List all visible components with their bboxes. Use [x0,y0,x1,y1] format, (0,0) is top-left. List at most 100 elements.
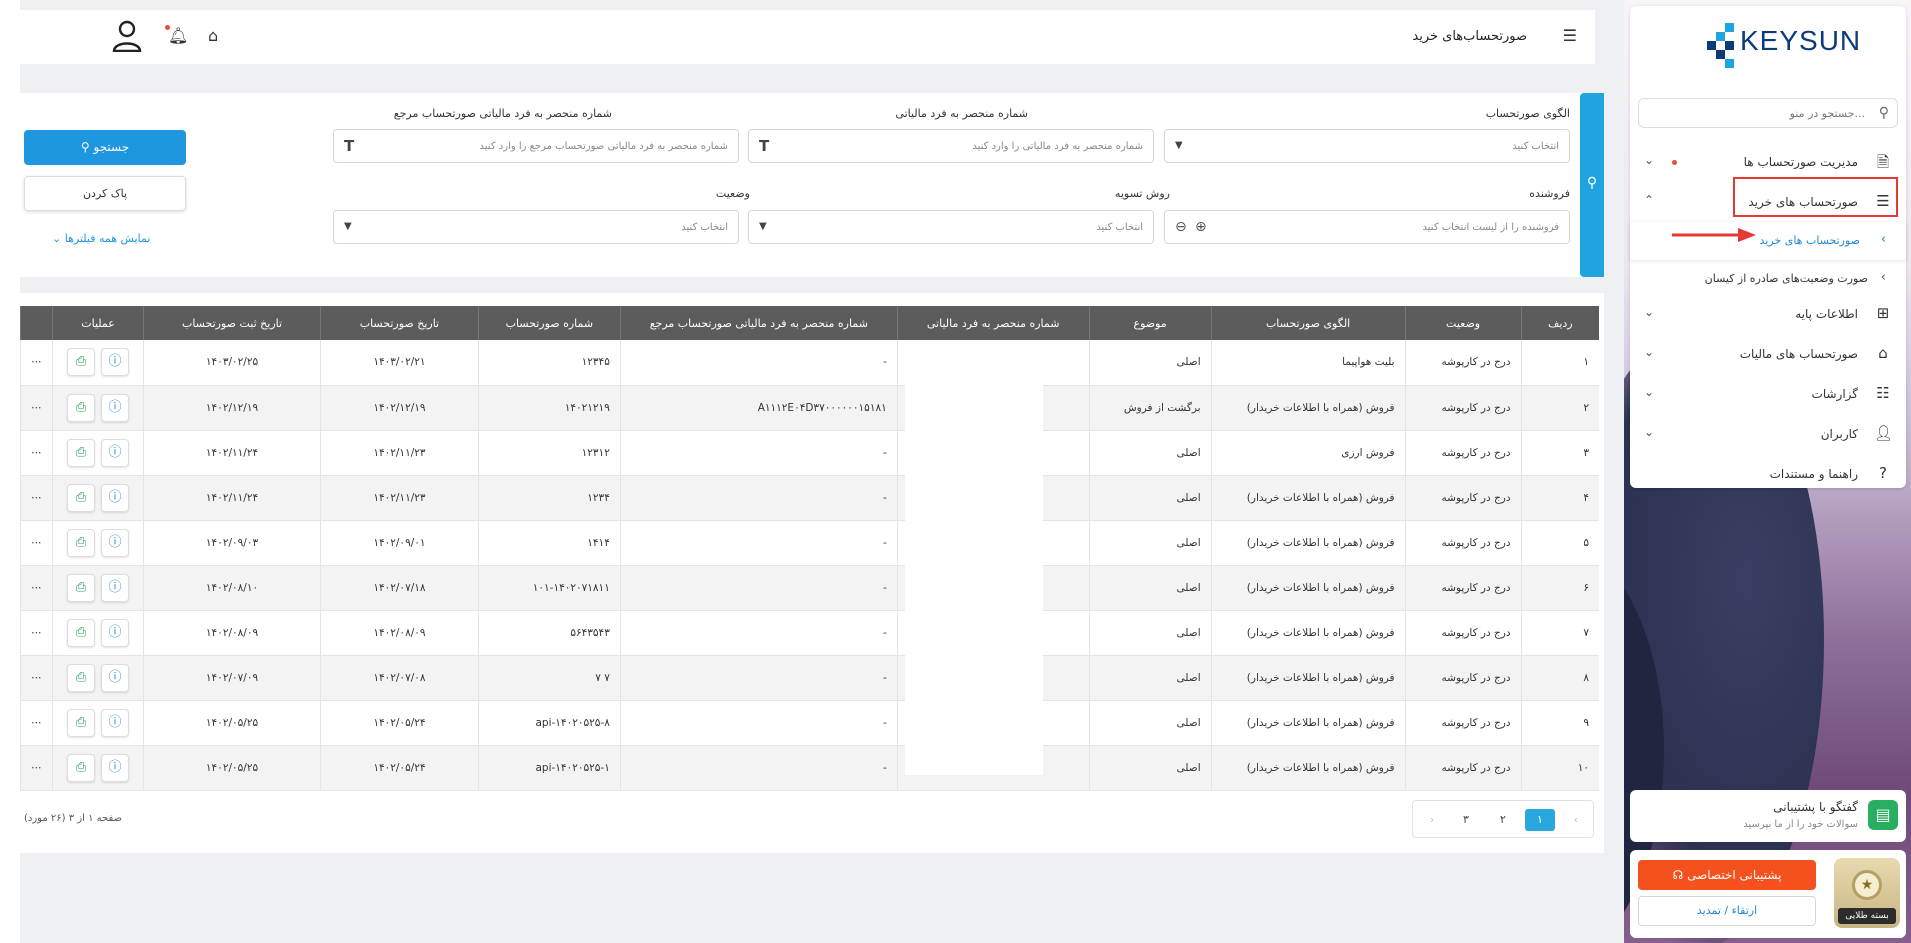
table-cell: ۱۴۰۲/۰۵/۲۴ [319,745,479,791]
table-cell: ۱۴۰۲/۰۵/۲۵ [143,745,321,791]
home-icon[interactable]: ⌂ [208,26,218,45]
settle-label: روش تسویه [1114,187,1170,200]
prev-page-icon[interactable]: ‹ [1561,809,1591,831]
add-plus-icon[interactable]: ⊕ [1195,219,1207,235]
print-icon[interactable]: ⎙ [67,348,96,377]
table-cell: - [619,610,898,656]
pattern-select[interactable]: انتخاب کنید ▼ [1164,129,1570,163]
sidebar-item-users[interactable]: 👤︎ کاربران ⌄ [1630,416,1906,452]
chevron-down-icon: ⌄ [1644,345,1655,359]
caret-down-icon: ▼ [759,221,767,232]
more-options-icon[interactable]: ⋯ [19,745,53,791]
print-icon[interactable]: ⎙ [67,663,96,692]
table-cell: ۱۴۰۲/۱۲/۱۹ [319,385,479,431]
more-options-icon[interactable]: ⋯ [19,655,53,701]
col-header: شماره صورتحساب [477,306,621,340]
table-cell: - [619,700,898,746]
filter-search-icon[interactable]: ⚲ [1580,93,1604,277]
info-icon[interactable]: ⓘ [101,348,130,377]
more-options-icon[interactable]: ⋯ [19,430,53,476]
settle-select[interactable]: انتخاب کنید ▼ [748,210,1154,244]
show-all-filters-link[interactable]: ⌄ نمایش همه فیلترها [52,232,150,245]
print-icon[interactable]: ⎙ [67,753,96,782]
print-icon[interactable]: ⎙ [67,573,96,602]
info-icon[interactable]: ⓘ [101,393,130,422]
red-arrow-annotation [1672,228,1756,242]
table-cell: اصلی [1088,430,1212,476]
sidebar-item-tax-invoices[interactable]: ⌂ صورتحساب های مالیات ⌄ [1630,336,1906,372]
more-options-icon[interactable]: ⋯ [19,520,53,566]
col-header: الگوی صورتحساب [1210,306,1406,340]
table-row: ۸ درج در کارپوشه فروش (همراه با اطلاعات خر… [19,655,1599,701]
more-options-icon[interactable]: ⋯ [19,700,53,746]
sidebar-item-base-info[interactable]: ⊞ اطلاعات پایه ⌄ [1630,296,1906,332]
menu-search-input[interactable]: جستجو در منو... ⚲ [1638,98,1898,128]
page-button[interactable]: ۲ [1488,809,1518,831]
table-cell: درج در کارپوشه [1404,340,1522,386]
table-cell: درج در کارپوشه [1404,430,1522,476]
row-actions: ⓘ⎙ [52,430,144,476]
print-icon[interactable]: ⎙ [67,483,96,512]
table-row: ۷ درج در کارپوشه فروش (همراه با اطلاعات خر… [19,610,1599,656]
table-cell: ۱۴۰۲/۰۵/۲۴ [319,700,479,746]
search-button[interactable]: ⚲ جستجو [24,130,186,165]
status-select[interactable]: انتخاب کنید ▼ [333,210,739,244]
table-cell: api-۱۴۰۲۰۵۲۵-۸ [477,700,621,746]
info-icon[interactable]: ⓘ [101,753,130,782]
table-cell: ۷ [1520,610,1599,656]
print-icon[interactable]: ⎙ [67,393,96,422]
seller-input[interactable]: فروشنده را از لیست انتخاب کنید ⊖ ⊕ [1164,210,1570,244]
info-icon[interactable]: ⓘ [101,438,130,467]
menu-toggle-icon[interactable]: ☰ [1563,26,1577,45]
info-icon[interactable]: ⓘ [101,618,130,647]
table-cell: ۱۴۰۲/۰۷/۰۹ [143,655,321,701]
table-cell: ۱۴۰۲/۱۱/۲۴ [143,430,321,476]
page-button[interactable]: ۳ [1451,809,1481,831]
remove-minus-icon[interactable]: ⊖ [1175,219,1187,235]
table-cell: اصلی [1088,340,1212,386]
user-icon: 👤︎ [1874,424,1894,442]
table-cell: - [619,745,898,791]
col-header: موضوع [1088,306,1212,340]
table-cell: ۱۰۱-۱۴۰۲۰۷۱۸۱۱ [477,565,621,611]
table-cell: ۱۲۳۴ [477,475,621,521]
ref-input[interactable]: شماره منحصر به فرد مالیاتی صورتحساب مرجع… [333,129,739,163]
col-header: شماره منحصر به فرد مالیاتی صورتحساب مرجع [619,306,898,340]
private-support-button[interactable]: ☊ پشتیبانی اختصاصی [1638,860,1816,890]
info-icon[interactable]: ⓘ [101,573,130,602]
sidebar-item-invoices[interactable]: 🗎︎ مدیریت صورتحساب ها ⌄ [1630,144,1906,180]
print-icon[interactable]: ⎙ [67,708,96,737]
more-options-icon[interactable]: ⋯ [19,385,53,431]
bell-icon[interactable]: 🔔︎ [168,26,188,45]
print-icon[interactable]: ⎙ [67,528,96,557]
more-options-icon[interactable]: ⋯ [19,610,53,656]
submenu-status-reports[interactable]: ‹ صورت وضعیت‌های صادره از کیسان [1630,264,1906,294]
taxid-input[interactable]: شماره منحصر به فرد مالیاتی را وارد کنید … [748,129,1154,163]
info-icon[interactable]: ⓘ [101,663,130,692]
info-icon[interactable]: ⓘ [101,708,130,737]
clear-button[interactable]: پاک کردن [24,176,186,211]
next-page-icon[interactable]: › [1417,809,1447,831]
col-header: عملیات [52,306,144,340]
sidebar: KEYSUN جستجو در منو... ⚲ 🗎︎ مدیریت صورتح… [1630,6,1906,488]
sidebar-item-reports[interactable]: ☷ گزارشات ⌄ [1630,376,1906,412]
more-options-icon[interactable]: ⋯ [19,340,53,386]
support-chat-card[interactable]: گفتگو با پشتیبانی سوالات خود را از ما بپ… [1630,790,1906,842]
print-icon[interactable]: ⎙ [67,618,96,647]
info-icon[interactable]: ⓘ [101,528,130,557]
print-icon[interactable]: ⎙ [67,438,96,467]
page-button[interactable]: ۱ [1525,809,1555,831]
user-avatar-icon[interactable] [112,20,142,59]
redaction-mask [905,341,1043,775]
sidebar-item-help[interactable]: ? راهنما و مستندات [1630,456,1906,492]
table-cell: ۱۴۰۲/۰۸/۰۹ [319,610,479,656]
more-options-icon[interactable]: ⋯ [19,565,53,611]
col-header: شماره منحصر به فرد مالیاتی [896,306,1090,340]
more-options-icon[interactable]: ⋯ [19,475,53,521]
row-actions: ⓘ⎙ [52,475,144,521]
table-cell: ۱۴۰۲/۰۵/۲۵ [143,700,321,746]
table-cell: درج در کارپوشه [1404,700,1522,746]
table-cell: - [619,340,898,386]
upgrade-button[interactable]: ارتقاء / تمدید [1638,896,1816,926]
info-icon[interactable]: ⓘ [101,483,130,512]
